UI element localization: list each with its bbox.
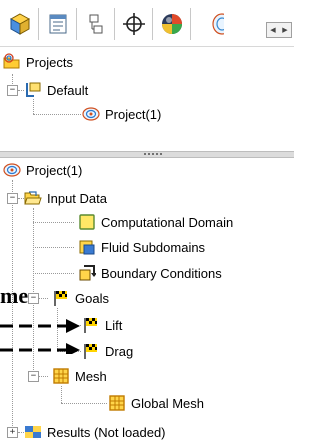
open-folder-icon [24, 191, 42, 205]
tree-item-label: Fluid Subdomains [101, 239, 206, 255]
computational-domain-icon [79, 214, 95, 230]
projects-folder-icon [3, 53, 20, 69]
fluid-subdomain-icon [79, 240, 95, 255]
tree-icon [89, 14, 103, 34]
tree-item-label: Mesh [75, 368, 107, 384]
splitter-grip-icon[interactable] [144, 153, 164, 155]
collapse-toggle[interactable]: − [7, 193, 18, 204]
flow-simulation-tab[interactable] [192, 8, 224, 40]
tab-scroll-control[interactable]: ◀ ▶ [266, 22, 292, 38]
tree-item-global-mesh[interactable]: Global Mesh [108, 393, 204, 413]
tree-item-input-data[interactable]: Input Data [24, 188, 107, 208]
tab-toolbar: ◀ ▶ [0, 0, 294, 44]
results-icon [25, 426, 41, 438]
expand-toggle[interactable]: + [7, 427, 18, 438]
tree-item-results[interactable]: Results (Not loaded) [24, 422, 166, 442]
tree-item-lift[interactable]: Lift [82, 315, 122, 335]
project-tree-panel: Project(1) − Input Data Computational Do… [0, 157, 294, 447]
scroll-left-icon[interactable]: ◀ [270, 27, 275, 34]
cube-icon [9, 13, 31, 35]
property-manager-tab[interactable] [40, 8, 77, 40]
tree-item-label: Project(1) [26, 162, 83, 178]
tree-item-label: Computational Domain [101, 214, 234, 230]
tree-item-goals[interactable]: Goals [52, 288, 109, 308]
project-icon [3, 163, 21, 177]
tree-item-label: Default [47, 82, 89, 98]
tree-item-project[interactable]: Project(1) [82, 104, 161, 124]
boundary-conditions-icon [79, 265, 96, 281]
mesh-icon [53, 368, 69, 384]
tree-item-boundary-conditions[interactable]: Boundary Conditions [78, 263, 222, 283]
tree-item-label: Lift [105, 317, 123, 333]
tree-item-drag[interactable]: Drag [82, 341, 133, 361]
configuration-icon [26, 82, 41, 97]
tree-item-label: Boundary Conditions [101, 265, 222, 281]
projects-panel: Projects − Default Project(1) [0, 46, 294, 152]
collapse-toggle[interactable]: − [7, 85, 18, 96]
checkered-flag-icon [54, 291, 67, 306]
display-manager-tab[interactable] [154, 8, 191, 40]
annotation-arrows [0, 319, 80, 354]
tree-item-computational-domain[interactable]: Computational Domain [78, 212, 233, 232]
dimxpert-tab[interactable] [116, 8, 153, 40]
tree-item-label: Projects [26, 54, 73, 70]
mesh-icon [109, 395, 125, 411]
annotation-text: me [0, 283, 29, 308]
project-icon [82, 107, 100, 121]
tree-item-projects[interactable]: Projects [3, 52, 73, 72]
tree-item-label: Project(1) [105, 106, 162, 122]
project-icon [212, 13, 224, 35]
arrow-to-lift [0, 319, 80, 333]
tree-item-label: Global Mesh [131, 395, 204, 411]
tree-item-mesh[interactable]: Mesh [52, 366, 107, 386]
scroll-right-icon[interactable]: ▶ [282, 27, 287, 34]
collapse-toggle[interactable]: − [28, 293, 39, 304]
tree-item-fluid-subdomains[interactable]: Fluid Subdomains [78, 237, 205, 257]
tree-item-label: Drag [105, 343, 134, 359]
configuration-manager-tab[interactable] [78, 8, 115, 40]
list-icon [49, 14, 67, 34]
tree-item-label: Input Data [47, 190, 107, 206]
tree-item-label: Goals [75, 290, 109, 306]
collapse-toggle[interactable]: − [28, 371, 39, 382]
feature-manager-tab[interactable] [2, 8, 39, 40]
tree-item-project-root[interactable]: Project(1) [3, 160, 82, 180]
crosshair-icon [123, 13, 145, 35]
tree-item-label: Results (Not loaded) [47, 424, 166, 440]
arrow-to-drag [0, 343, 80, 354]
tree-item-default[interactable]: Default [24, 80, 88, 100]
color-ball-icon [162, 14, 182, 34]
